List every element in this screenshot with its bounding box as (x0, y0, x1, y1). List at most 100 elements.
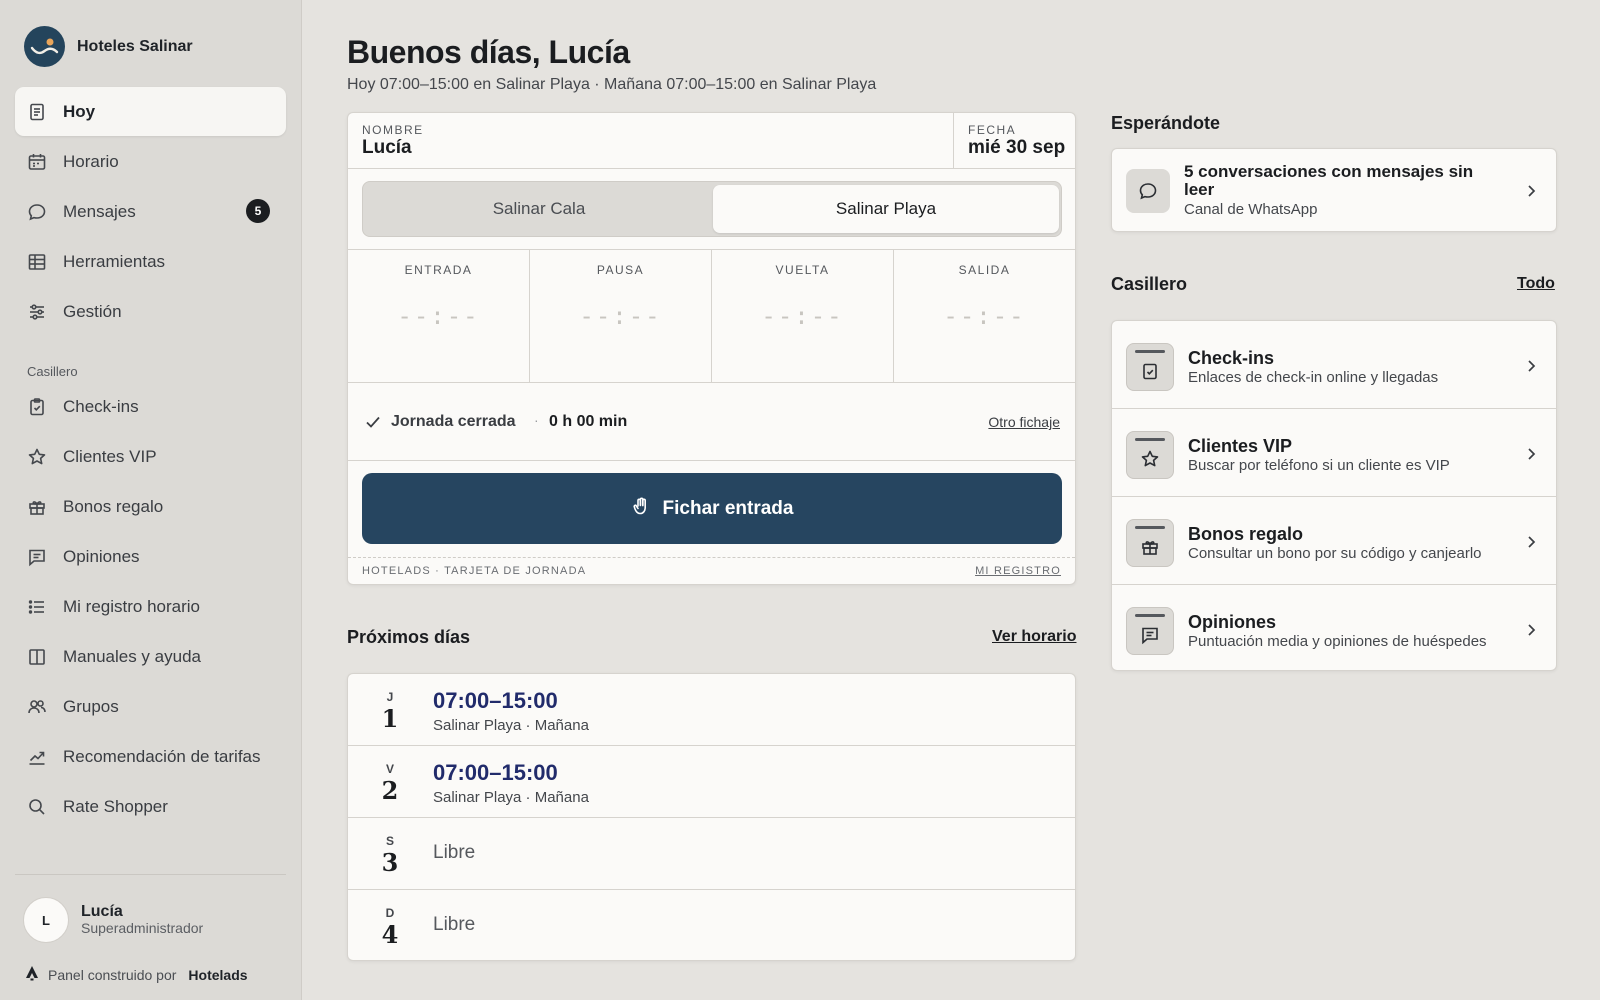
chat-bubble-icon (27, 202, 47, 222)
sidebar-item-mensajes[interactable]: Mensajes 5 (15, 187, 286, 236)
upcoming-days-title: Próximos días (347, 627, 471, 647)
locker-title: Casillero (1111, 274, 1188, 294)
sidebar-item-label: Hoy (63, 101, 96, 121)
message-square-icon (1126, 607, 1174, 655)
powered-by-brand[interactable]: Hotelads (188, 967, 247, 983)
shift-time: 07:00–15:00 (433, 688, 558, 713)
unread-conversations-channel: Canal de WhatsApp (1184, 201, 1318, 218)
sidebar-item-manuales-ayuda[interactable]: Manuales y ayuda (15, 632, 286, 681)
date-value: mié 30 sep (968, 137, 1066, 158)
grid-table-icon (27, 252, 47, 272)
location-segmented-control: Salinar Cala Salinar Playa (362, 181, 1062, 237)
star-icon (27, 447, 47, 467)
locker-item-clientes-vip[interactable]: Clientes VIP Buscar por teléfono si un c… (1112, 409, 1556, 497)
day-row[interactable]: D 4 Libre (348, 890, 1075, 962)
clock-in-button[interactable]: Fichar entrada (362, 473, 1062, 544)
sidebar-item-mi-registro-horario[interactable]: Mi registro horario (15, 582, 286, 631)
sidebar: Hoteles Salinar Hoy Horario Mensajes 5 H… (0, 0, 302, 1000)
locker-item-description: Puntuación media y opiniones de huéspede… (1188, 633, 1487, 650)
sidebar-item-bonos-regalo[interactable]: Bonos regalo (15, 482, 286, 531)
punch-card: NOMBRE Lucía FECHA mié 30 sep Salinar Ca… (347, 112, 1076, 585)
locker-item-opiniones[interactable]: Opiniones Puntuación media y opiniones d… (1112, 585, 1556, 673)
sidebar-item-label: Bonos regalo (63, 496, 164, 516)
chevron-right-icon (1524, 447, 1538, 461)
sidebar-item-label: Mensajes (63, 201, 136, 221)
day-off-label: Libre (433, 914, 476, 935)
clock-in-button-label: Fichar entrada (662, 497, 794, 519)
sidebar-item-check-ins[interactable]: Check-ins (15, 382, 286, 431)
waiting-title: Esperándote (1111, 113, 1221, 133)
my-record-link[interactable]: MI REGISTRO (975, 565, 1061, 577)
sidebar-item-label: Manuales y ayuda (63, 646, 201, 666)
punch-card-footer: HOTELADS · TARJETA DE JORNADA MI REGISTR… (348, 557, 1075, 585)
sidebar-item-label: Herramientas (63, 251, 166, 271)
location-option-salinar-playa[interactable]: Salinar Playa (713, 185, 1059, 233)
sidebar-item-label: Check-ins (63, 396, 139, 416)
shift-detail: Salinar Playa · Mañana (433, 717, 589, 734)
locker-item-bonos-regalo[interactable]: Bonos regalo Consultar un bono por su có… (1112, 497, 1556, 585)
locker-item-description: Enlaces de check-in online y llegadas (1188, 369, 1439, 386)
shift-detail: Salinar Playa · Mañana (433, 789, 589, 806)
avatar: L (23, 897, 69, 943)
location-option-salinar-cala[interactable]: Salinar Cala (366, 185, 712, 233)
day-off-label: Libre (433, 842, 476, 863)
day-letter: D (385, 906, 395, 920)
other-punch-link[interactable]: Otro fichaje (988, 414, 1060, 430)
day-row[interactable]: J 1 07:00–15:00 Salinar Playa · Mañana (348, 674, 1075, 746)
day-letter: S (385, 834, 394, 848)
upcoming-days-list: J 1 07:00–15:00 Salinar Playa · Mañana V… (347, 673, 1076, 961)
locker-item-check-ins[interactable]: Check-ins Enlaces de check-in online y l… (1112, 321, 1556, 409)
sidebar-item-horario[interactable]: Horario (15, 137, 286, 186)
sidebar-section-casillero: Casillero (27, 364, 78, 379)
workday-status: Jornada cerrada · 0 h 00 min Otro fichaj… (348, 383, 1075, 461)
sidebar-item-rate-shopper[interactable]: Rate Shopper (15, 782, 286, 831)
gift-icon (27, 497, 47, 517)
chevron-right-icon (1524, 535, 1538, 549)
chevron-right-icon (1524, 623, 1538, 637)
document-icon (27, 102, 47, 122)
sidebar-item-clientes-vip[interactable]: Clientes VIP (15, 432, 286, 481)
day-row[interactable]: S 3 Libre (348, 818, 1075, 890)
sidebar-item-grupos[interactable]: Grupos (15, 682, 286, 731)
day-letter: V (385, 762, 394, 776)
sidebar-item-hoy[interactable]: Hoy (15, 87, 286, 136)
footer-caption: HOTELADS · TARJETA DE JORNADA (362, 565, 587, 577)
locker-all-link[interactable]: Todo (1517, 275, 1555, 293)
name-label: NOMBRE (362, 123, 424, 137)
sidebar-item-gestion[interactable]: Gestión (15, 287, 286, 336)
users-icon (27, 697, 47, 717)
locker-list: Check-ins Enlaces de check-in online y l… (1111, 320, 1557, 671)
slot-vuelta: VUELTA --:-- (712, 250, 894, 382)
sidebar-item-label: Recomendación de tarifas (63, 746, 261, 766)
day-number: 4 (381, 920, 399, 949)
view-schedule-link[interactable]: Ver horario (992, 628, 1076, 646)
day-number: 3 (381, 848, 399, 877)
sidebar-item-opiniones[interactable]: Opiniones (15, 532, 286, 581)
unread-conversations-card[interactable]: 5 conversaciones con mensajes sin leer C… (1111, 148, 1557, 232)
slot-salida: SALIDA --:-- (894, 250, 1075, 382)
chevron-right-icon (1524, 184, 1538, 198)
checkmark-icon (364, 413, 382, 431)
day-number: 1 (381, 704, 399, 733)
chat-bubble-icon (1126, 169, 1170, 213)
slot-label: ENTRADA (404, 263, 473, 277)
date-field: FECHA mié 30 sep (953, 113, 1077, 169)
sidebar-item-label: Rate Shopper (63, 796, 168, 816)
slot-value: --:-- (579, 302, 662, 330)
sidebar-item-label: Opiniones (63, 546, 140, 566)
search-icon (27, 797, 47, 817)
slot-pausa: PAUSA --:-- (530, 250, 712, 382)
brand[interactable]: Hoteles Salinar (24, 26, 193, 67)
gift-icon (1126, 519, 1174, 567)
sidebar-item-recomendacion-tarifas[interactable]: Recomendación de tarifas (15, 732, 286, 781)
workday-status-text: Jornada cerrada (391, 413, 516, 430)
sidebar-item-herramientas[interactable]: Herramientas (15, 237, 286, 286)
user-profile[interactable]: L Lucía Superadministrador (23, 897, 203, 943)
chevron-right-icon (1524, 359, 1538, 373)
clipboard-check-icon (27, 397, 47, 417)
date-label: FECHA (968, 123, 1017, 137)
day-row[interactable]: V 2 07:00–15:00 Salinar Playa · Mañana (348, 746, 1075, 818)
name-field: NOMBRE Lucía (362, 123, 424, 159)
name-value: Lucía (362, 137, 412, 158)
trending-up-icon (27, 747, 47, 767)
